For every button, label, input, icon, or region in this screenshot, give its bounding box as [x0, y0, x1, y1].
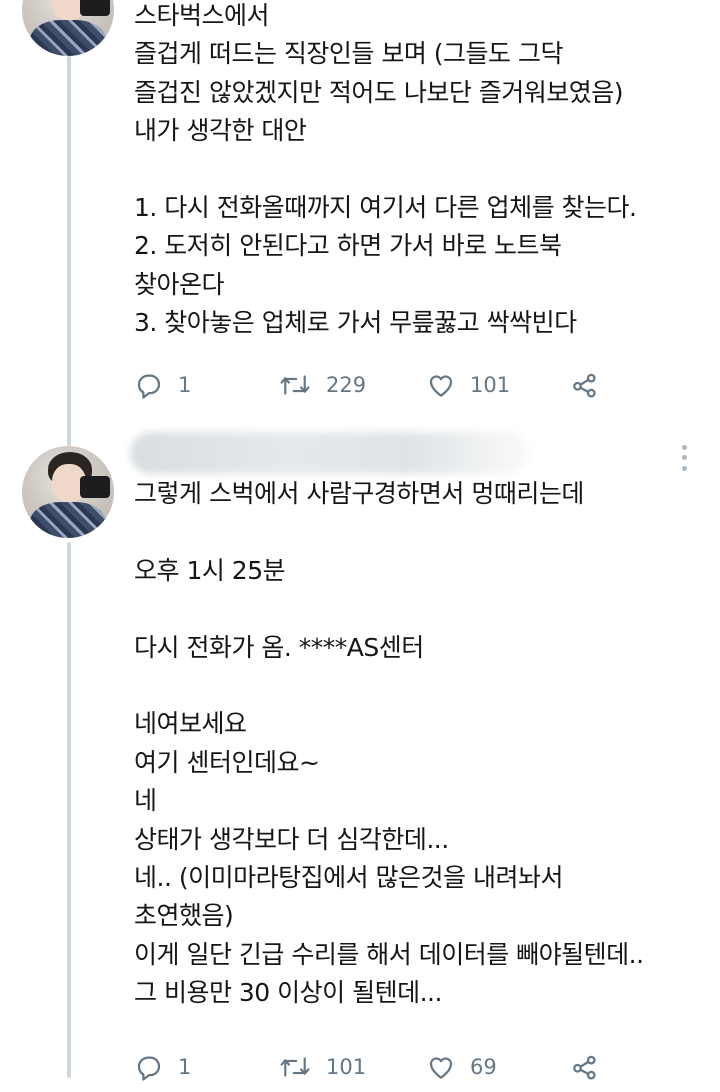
retweet-count: 101	[326, 1055, 367, 1079]
tweet-text-line: 네.. (이미마라탕집에서 많은것을 내려놔서	[134, 862, 563, 892]
tweet-text-line: 오후 1시 25분	[134, 555, 286, 585]
tweet-text-line: 스타벅스에서	[134, 1, 270, 30]
reply-count: 1	[178, 373, 192, 397]
avatar[interactable]	[22, 0, 114, 56]
tweet-text-line: 네	[134, 786, 157, 816]
tweet-text-line: 상태가 생각보다 더 심각한데...	[134, 824, 449, 854]
tweet-text-line: 3. 찾아놓은 업체로 가서 무릎꿇고 싹싹빈다	[134, 308, 577, 338]
retweet-count: 229	[326, 373, 367, 397]
reply-count: 1	[178, 1055, 192, 1079]
tweet-text-line: 그렇게 스벅에서 사람구경하면서 멍때리는데	[134, 479, 584, 508]
like-count: 69	[470, 1055, 497, 1079]
tweet-text-line: 2. 도저히 안된다고 하면 가서 바로 노트북	[134, 231, 562, 261]
tweet-text-line: 찾아온다	[134, 269, 225, 299]
tweet-text-line: 다시 전화가 옴. ****AS센터	[134, 632, 424, 662]
share-button[interactable]	[570, 370, 600, 400]
share-icon	[570, 370, 600, 400]
thread-line	[67, 542, 71, 1078]
like-button[interactable]: 101	[426, 370, 510, 400]
retweet-button[interactable]: 229	[278, 370, 366, 400]
tweet-text-line: 내가 생각한 대안	[134, 116, 307, 146]
tweet-text-line: 즐겁게 떠드는 직장인들 보며 (그들도 그닥	[134, 39, 564, 69]
tweet-actions: 1 101 69	[134, 1052, 634, 1092]
tweet-text-line: 초연했음)	[134, 901, 234, 931]
tweet-actions: 1 229 101	[134, 370, 634, 410]
tweet-text-line: 네여보세요	[134, 709, 247, 739]
tweet-text-line: 그 비용만 30 이상이 될텐데...	[134, 978, 442, 1008]
tweet-text-line: 1. 다시 전화올때까지 여기서 다른 업체를 찾는다.	[134, 192, 637, 222]
tweet-text: 스타벅스에서 즐겁게 떠드는 직장인들 보며 (그들도 그닥 즐겁진 않았겠지만…	[134, 0, 637, 343]
blurred-username	[130, 432, 530, 474]
like-count: 101	[470, 373, 511, 397]
more-vertical-icon[interactable]	[672, 442, 696, 474]
tweet-text-line: 여기 센터인데요~	[134, 747, 320, 777]
reply-icon	[134, 370, 164, 400]
tweet-text: 그렇게 스벅에서 사람구경하면서 멍때리는데 오후 1시 25분 다시 전화가 …	[134, 475, 644, 1012]
retweet-icon	[278, 370, 312, 400]
tweet-text-line: 즐겁진 않았겠지만 적어도 나보단 즐거워보였음)	[134, 77, 624, 107]
tweet-text-line: 이게 일단 긴급 수리를 해서 데이터를 빼야될텐데..	[134, 939, 644, 969]
reply-button[interactable]: 1	[134, 370, 191, 400]
thread-line	[67, 56, 71, 446]
heart-icon	[426, 370, 456, 400]
avatar[interactable]	[22, 446, 114, 538]
